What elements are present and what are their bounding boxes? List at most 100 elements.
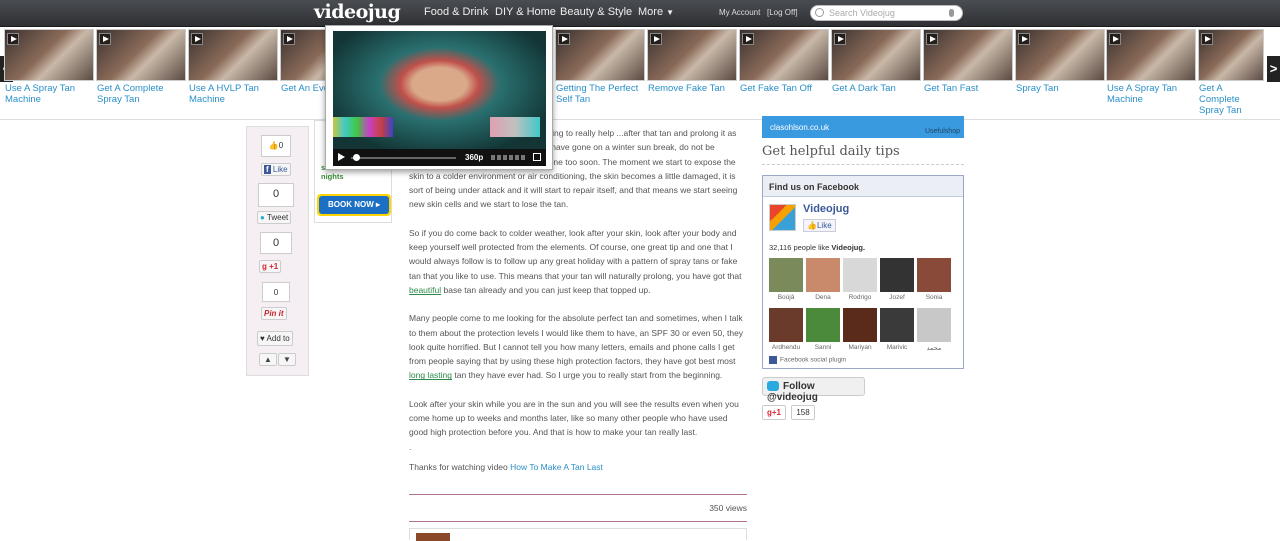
fan-name[interactable]: Mariyan (840, 344, 880, 351)
fan-name[interactable]: Dena (803, 294, 843, 301)
videojug-logo[interactable]: videojug (314, 1, 401, 23)
video-controls: 360p (333, 149, 546, 166)
video-link[interactable]: Use A Spray Tan Machine (5, 83, 95, 105)
fan-avatar[interactable] (843, 258, 877, 292)
video-thumbnail[interactable] (96, 29, 186, 81)
play-icon (558, 33, 570, 45)
video-thumbnail[interactable] (1198, 29, 1264, 81)
fan-avatar[interactable] (880, 308, 914, 342)
follow-twitter-button[interactable]: Follow @videojug (762, 377, 865, 403)
top-nav-bar: videojug Food & Drink DIY & Home Beauty … (0, 0, 1280, 27)
nav-diy-home[interactable]: DIY & Home (495, 6, 556, 18)
fan-name[interactable]: Marivic (877, 344, 917, 351)
pin-it-button[interactable]: Pin it (261, 307, 287, 320)
video-link[interactable]: Spray Tan (1016, 83, 1106, 94)
pin-count: 0 (262, 282, 290, 302)
nav-food-drink[interactable]: Food & Drink (424, 6, 488, 18)
logoff-link[interactable]: [Log Off] (767, 8, 798, 17)
video-link[interactable]: Remove Fake Tan (648, 83, 738, 94)
videojug-page-logo[interactable] (769, 204, 796, 231)
video-thumbnail[interactable] (4, 29, 94, 81)
video-link[interactable]: Get A Complete Spray Tan (97, 83, 187, 105)
play-icon (1201, 33, 1213, 45)
twitter-bird-icon: ● (260, 213, 265, 222)
add-to-label: Add to (266, 334, 290, 343)
add-to-button[interactable]: ♥ Add to (257, 331, 293, 346)
play-icon[interactable] (338, 153, 345, 161)
fan-name[interactable]: Jozef (877, 294, 917, 301)
google-plus-label: +1 (269, 262, 279, 271)
carousel-next-button[interactable]: > (1267, 56, 1280, 82)
video-frame-detail (333, 117, 393, 137)
play-icon (191, 33, 203, 45)
video-title-link[interactable]: How To Make A Tan Last (510, 462, 603, 472)
video-thumbnail[interactable] (555, 29, 645, 81)
fan-name[interactable]: Rodrigo (840, 294, 880, 301)
article-paragraph: So if you do come back to colder weather… (409, 226, 747, 297)
fan-name[interactable]: Ardhendu (766, 344, 806, 351)
facebook-page-name[interactable]: Videojug (803, 203, 849, 215)
progress-handle[interactable] (353, 154, 360, 161)
video-thumbnail[interactable] (647, 29, 737, 81)
fullscreen-icon[interactable] (533, 153, 541, 161)
tips-heading: Get helpful daily tips (762, 144, 964, 165)
book-now-button[interactable]: BOOK NOW ▸ (317, 194, 391, 216)
banner-tagline: Usefulshop (924, 128, 960, 135)
quality-selector[interactable]: 360p (465, 153, 483, 162)
video-thumbnail[interactable] (831, 29, 921, 81)
fan-name[interactable]: Sanni (803, 344, 843, 351)
video-thumbnail[interactable] (188, 29, 278, 81)
facebook-widget: Find us on Facebook Videojug 👍Like 32,11… (762, 175, 964, 369)
progress-track[interactable] (351, 157, 456, 159)
search-icon (815, 8, 824, 17)
facebook-like-button[interactable]: f Like (261, 163, 291, 176)
play-icon (1109, 33, 1121, 45)
fan-avatar[interactable] (880, 258, 914, 292)
long-lasting-link[interactable]: long lasting (409, 370, 452, 380)
video-link[interactable]: Get Tan Fast (924, 83, 1014, 94)
video-link[interactable]: Use A HVLP Tan Machine (189, 83, 279, 105)
video-link[interactable]: Getting The Perfect Self Tan (556, 83, 646, 105)
google-plus-button[interactable]: g+1 (762, 405, 786, 420)
fan-name[interactable]: Sonia (914, 294, 954, 301)
thumbs-down-button[interactable]: ▼ (278, 353, 296, 366)
search-input[interactable]: Search Videojug (810, 5, 963, 21)
play-icon (1018, 33, 1030, 45)
paragraph-text: Many people come to me looking for the a… (409, 313, 744, 367)
nav-more[interactable]: More ▼ (638, 6, 674, 18)
video-player[interactable]: 360p (333, 31, 546, 166)
fan-avatar[interactable] (806, 308, 840, 342)
beautiful-link[interactable]: beautiful (409, 285, 441, 295)
video-link[interactable]: Use A Spray Tan Machine (1107, 83, 1197, 105)
facebook-page-like-button[interactable]: 👍Like (803, 219, 836, 232)
fan-name[interactable]: Boùjâ (766, 294, 806, 301)
my-account-link[interactable]: My Account (719, 8, 760, 17)
comment-box[interactable] (409, 528, 747, 541)
nav-more-label: More (638, 6, 664, 18)
facebook-page-like-label: Like (816, 221, 832, 230)
video-thumbnail[interactable] (739, 29, 829, 81)
fan-avatar[interactable] (769, 258, 803, 292)
thanks-text: Thanks for watching video (409, 461, 511, 472)
thumbs-up-button[interactable]: ▲ (259, 353, 277, 366)
nav-beauty-style[interactable]: Beauty & Style (560, 6, 632, 18)
video-link[interactable]: Get A Dark Tan (832, 83, 922, 94)
fan-name[interactable]: محمد (914, 344, 954, 352)
video-thumbnail[interactable] (923, 29, 1013, 81)
google-plus-button[interactable]: g +1 (259, 260, 282, 273)
video-thumbnail[interactable] (1015, 29, 1105, 81)
fan-avatar[interactable] (769, 308, 803, 342)
clasohlson-banner[interactable]: clasohlson.co.uk Usefulshop (762, 116, 964, 138)
fan-avatar[interactable] (917, 258, 951, 292)
fan-avatar[interactable] (806, 258, 840, 292)
fan-avatar[interactable] (843, 308, 877, 342)
play-icon (650, 33, 662, 45)
tweet-button[interactable]: ● Tweet (257, 211, 292, 224)
video-thumbnail[interactable] (1106, 29, 1196, 81)
video-link[interactable]: Get A Complete Spray Tan (1199, 83, 1265, 116)
thumbs-down-icon: ▼ (283, 355, 291, 364)
video-link[interactable]: Get Fake Tan Off (740, 83, 830, 94)
fan-avatar[interactable] (917, 308, 951, 342)
volume-slider[interactable] (491, 155, 525, 160)
microphone-icon[interactable] (949, 9, 954, 17)
